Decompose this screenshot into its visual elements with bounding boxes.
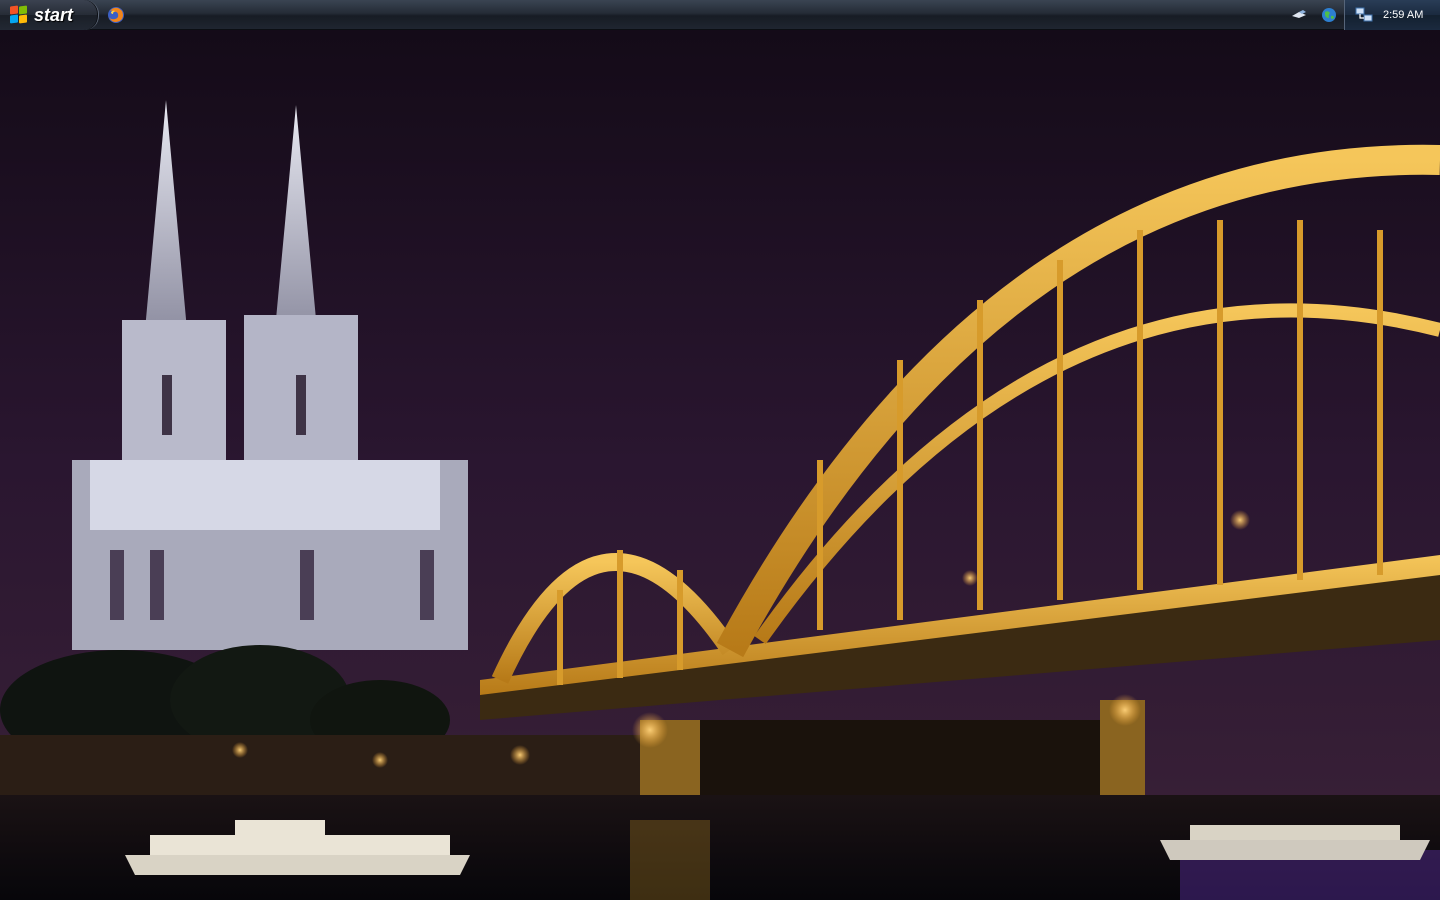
embankment <box>0 735 640 795</box>
clock-area[interactable]: 2:59 AM <box>1344 0 1440 30</box>
network-icon[interactable] <box>1290 6 1308 24</box>
firefox-icon[interactable] <box>106 5 126 25</box>
start-button-label: start <box>34 4 74 25</box>
quick-launch <box>106 4 126 26</box>
windows-logo-icon <box>10 5 28 24</box>
globe-icon[interactable] <box>1320 6 1338 24</box>
wallpaper-image <box>0 30 1440 900</box>
desktop-wallpaper <box>0 30 1440 900</box>
system-tray <box>1284 0 1344 30</box>
network-connection-icon[interactable] <box>1355 6 1373 24</box>
clock-time: 2:59 AM <box>1383 9 1424 21</box>
desktop-screen: start 2:59 AM <box>0 0 1440 900</box>
taskbar: start 2:59 AM <box>0 0 1440 30</box>
start-button[interactable]: start <box>0 0 99 30</box>
